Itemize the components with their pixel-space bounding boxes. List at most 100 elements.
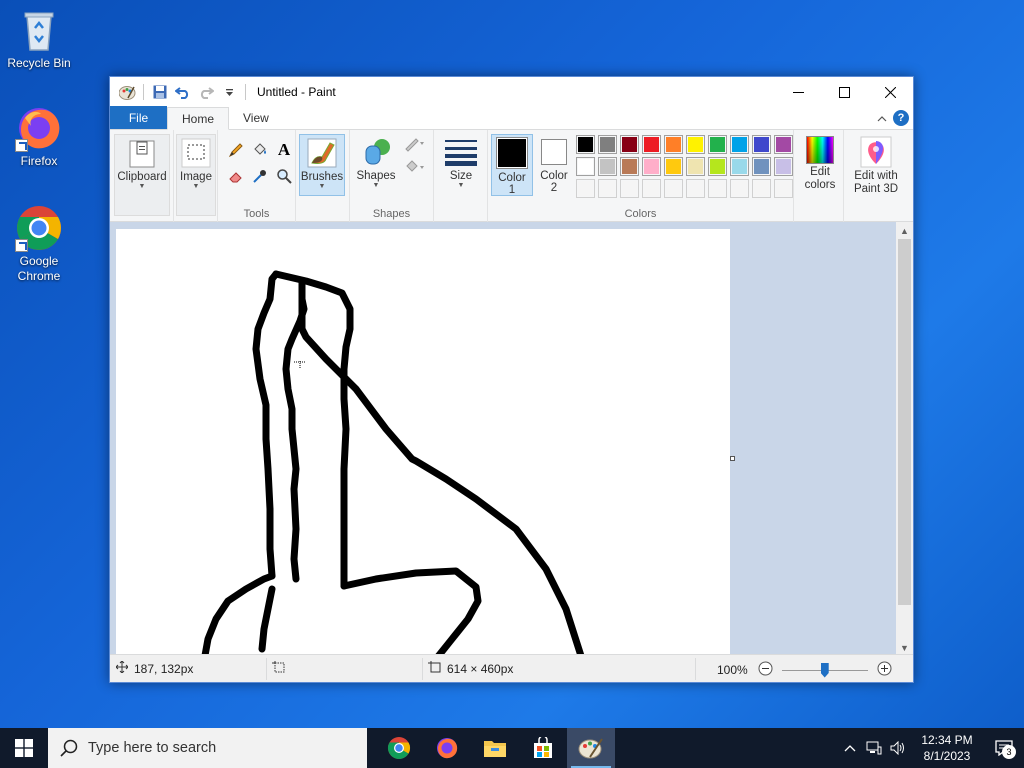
- palette-swatch[interactable]: [664, 157, 683, 176]
- image-label: Image: [180, 171, 212, 183]
- undo-icon[interactable]: [173, 82, 193, 102]
- save-icon[interactable]: [150, 82, 170, 102]
- window-controls: [775, 77, 913, 107]
- zoom-out-icon[interactable]: [758, 661, 773, 679]
- tab-file[interactable]: File: [110, 106, 167, 129]
- volume-icon[interactable]: [886, 728, 910, 768]
- maximize-button[interactable]: [821, 77, 867, 107]
- redo-icon[interactable]: [196, 82, 216, 102]
- palette-swatch[interactable]: [642, 135, 661, 154]
- palette-swatch[interactable]: [708, 157, 727, 176]
- palette-swatch[interactable]: [774, 179, 793, 198]
- palette-swatch[interactable]: [752, 157, 771, 176]
- palette-swatch[interactable]: [664, 179, 683, 198]
- minimize-button[interactable]: [775, 77, 821, 107]
- shapes-button-label: Shapes: [356, 170, 396, 182]
- scroll-up-icon[interactable]: ▲: [896, 222, 913, 239]
- desktop-icon-chrome[interactable]: Google Chrome: [0, 204, 78, 284]
- brushes-button[interactable]: Brushes ▼: [299, 134, 345, 196]
- taskbar-chrome[interactable]: [375, 728, 423, 768]
- tab-home[interactable]: Home: [167, 107, 230, 130]
- desktop-icon-label: Google Chrome: [0, 254, 78, 284]
- color1-button[interactable]: Color 1: [491, 134, 533, 196]
- fill-bucket-icon[interactable]: [250, 140, 270, 160]
- shapes-button[interactable]: Shapes ▼: [354, 134, 398, 196]
- tray-overflow-icon[interactable]: [838, 728, 862, 768]
- canvas-size: 614 × 460px: [428, 661, 513, 676]
- eraser-icon[interactable]: [226, 166, 246, 186]
- help-icon[interactable]: ?: [893, 110, 909, 126]
- palette-swatch[interactable]: [620, 157, 639, 176]
- taskbar-store[interactable]: [519, 728, 567, 768]
- palette-swatch[interactable]: [576, 157, 595, 176]
- palette-swatch-fill: [754, 181, 769, 196]
- palette-swatch[interactable]: [598, 135, 617, 154]
- taskbar-firefox[interactable]: [423, 728, 471, 768]
- palette-swatch[interactable]: [774, 157, 793, 176]
- vertical-scrollbar[interactable]: ▲ ▼: [896, 222, 913, 656]
- desktop-icon-recycle-bin[interactable]: Recycle Bin: [0, 6, 78, 70]
- network-icon[interactable]: [862, 728, 886, 768]
- outline-icon[interactable]: [402, 134, 428, 154]
- palette-swatch[interactable]: [730, 135, 749, 154]
- chrome-icon: [388, 737, 410, 759]
- palette-swatch[interactable]: [576, 135, 595, 154]
- palette-swatch[interactable]: [642, 157, 661, 176]
- fill-icon[interactable]: [402, 156, 428, 176]
- clipboard-button[interactable]: Clipboard ▼: [114, 134, 170, 216]
- pencil-icon[interactable]: [226, 140, 246, 160]
- palette-swatch[interactable]: [664, 135, 683, 154]
- zoom-in-icon[interactable]: [877, 661, 892, 679]
- palette-swatch[interactable]: [598, 157, 617, 176]
- palette-swatch[interactable]: [686, 135, 705, 154]
- edit-colors-button[interactable]: Edit colors: [798, 134, 842, 196]
- edit-colors-label-1: Edit: [810, 166, 830, 178]
- action-center-button[interactable]: 3: [984, 728, 1024, 768]
- edit-with-paint3d-button[interactable]: Edit with Paint 3D: [848, 134, 904, 196]
- customize-qat-dropdown-icon[interactable]: [219, 82, 239, 102]
- palette-swatch[interactable]: [620, 135, 639, 154]
- zoom-slider[interactable]: [781, 662, 868, 678]
- title-bar[interactable]: Untitled - Paint: [110, 77, 913, 107]
- firefox-icon: [15, 104, 63, 152]
- color-picker-icon[interactable]: [250, 166, 270, 186]
- image-button[interactable]: Image ▼: [176, 134, 216, 216]
- cursor-position-text: 187, 132px: [134, 661, 194, 676]
- close-button[interactable]: [867, 77, 913, 107]
- start-button[interactable]: [0, 728, 48, 768]
- brush-cursor: [294, 361, 306, 369]
- palette-swatch[interactable]: [686, 157, 705, 176]
- magnifier-icon[interactable]: [274, 166, 294, 186]
- color2-button[interactable]: Color 2: [536, 134, 572, 196]
- drawing-canvas[interactable]: [116, 229, 730, 656]
- clipboard-label: Clipboard: [117, 171, 167, 183]
- palette-swatch[interactable]: [708, 135, 727, 154]
- palette-swatch[interactable]: [708, 179, 727, 198]
- taskbar-search-box[interactable]: Type here to search: [48, 728, 367, 768]
- collapse-ribbon-icon[interactable]: [877, 111, 887, 125]
- canvas-resize-handle[interactable]: [730, 456, 735, 461]
- canvas-drawing: [201, 270, 585, 656]
- palette-swatch[interactable]: [642, 179, 661, 198]
- size-button[interactable]: Size ▼: [440, 134, 482, 196]
- palette-swatch[interactable]: [752, 135, 771, 154]
- palette-swatch[interactable]: [598, 179, 617, 198]
- palette-swatch[interactable]: [774, 135, 793, 154]
- taskbar-paint[interactable]: [567, 728, 615, 768]
- palette-swatch[interactable]: [576, 179, 595, 198]
- zoom-slider-thumb[interactable]: [820, 662, 829, 678]
- palette-swatch[interactable]: [620, 179, 639, 198]
- palette-swatch[interactable]: [730, 157, 749, 176]
- shortcut-arrow-icon: [15, 239, 28, 252]
- color2-swatch: [541, 139, 567, 165]
- scroll-thumb[interactable]: [898, 239, 911, 605]
- taskbar-clock[interactable]: 12:34 PM 8/1/2023: [914, 732, 980, 764]
- text-icon[interactable]: A: [274, 140, 294, 160]
- tab-view[interactable]: View: [229, 106, 283, 129]
- palette-swatch[interactable]: [752, 179, 771, 198]
- desktop-icon-firefox[interactable]: Firefox: [0, 104, 78, 168]
- taskbar-file-explorer[interactable]: [471, 728, 519, 768]
- palette-swatch[interactable]: [730, 179, 749, 198]
- paint-app-icon[interactable]: [117, 82, 137, 102]
- palette-swatch[interactable]: [686, 179, 705, 198]
